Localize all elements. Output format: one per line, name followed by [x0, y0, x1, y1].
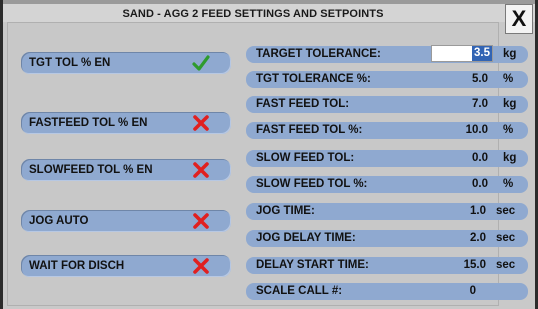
setting-label: FAST FEED TOL: [256, 98, 350, 110]
setting-label: JOG DELAY TIME: [256, 232, 356, 244]
setting-unit: kg [503, 98, 517, 110]
setting-label: DELAY START TIME: [256, 259, 369, 271]
x-icon [193, 258, 209, 274]
setting-unit: kg [503, 152, 517, 164]
setting-scale-call[interactable]: SCALE CALL #: 0 [246, 283, 528, 300]
toggle-label: WAIT FOR DISCH [29, 260, 125, 272]
check-icon [192, 55, 210, 71]
setting-unit: % [503, 73, 514, 85]
toggle-label: TGT TOL % EN [29, 57, 111, 69]
setting-value: 15.0 [463, 259, 486, 271]
setting-value: 7.0 [472, 98, 488, 110]
setting-unit: sec [496, 259, 516, 271]
setting-value: 0.0 [472, 178, 488, 190]
target-tolerance-input[interactable]: 3.5 [431, 45, 493, 62]
setting-value: 2.0 [470, 232, 486, 244]
setting-unit: % [503, 178, 514, 190]
setting-target-tolerance: TARGET TOLERANCE: 3.5 kg [246, 45, 528, 63]
setting-label: TARGET TOLERANCE: [256, 48, 381, 60]
setting-jog-time[interactable]: JOG TIME: 1.0 sec [246, 203, 528, 220]
setting-value: 0.0 [472, 152, 488, 164]
setting-label: SLOW FEED TOL: [256, 152, 355, 164]
toggle-slowfeed-tol-pct-en[interactable]: SLOWFEED TOL % EN [21, 159, 231, 181]
setting-tgt-tolerance-pct[interactable]: TGT TOLERANCE %: 5.0 % [246, 71, 528, 88]
setting-label: SLOW FEED TOL %: [256, 178, 368, 190]
setting-value: 5.0 [472, 73, 488, 85]
setting-value: 0 [469, 285, 476, 297]
toggle-tgt-tol-pct-en[interactable]: TGT TOL % EN [21, 52, 231, 74]
toggle-label: FASTFEED TOL % EN [29, 117, 148, 129]
setting-unit: sec [496, 205, 516, 217]
settings-window: SAND - AGG 2 FEED SETTINGS AND SETPOINTS… [3, 0, 535, 309]
setting-label: FAST FEED TOL %: [256, 124, 363, 136]
setting-unit: % [503, 124, 514, 136]
setting-value: 1.0 [470, 205, 486, 217]
toggle-jog-auto[interactable]: JOG AUTO [21, 210, 231, 232]
setting-unit: kg [503, 48, 517, 60]
toggle-fastfeed-tol-pct-en[interactable]: FASTFEED TOL % EN [21, 112, 231, 134]
x-icon [193, 213, 209, 229]
x-icon [193, 162, 209, 178]
setting-label: JOG TIME: [256, 205, 315, 217]
toggle-wait-for-disch[interactable]: WAIT FOR DISCH [21, 255, 231, 277]
setting-fast-feed-tol-pct[interactable]: FAST FEED TOL %: 10.0 % [246, 122, 528, 139]
toggle-label: SLOWFEED TOL % EN [29, 164, 153, 176]
setting-fast-feed-tol[interactable]: FAST FEED TOL: 7.0 kg [246, 96, 528, 113]
x-icon [193, 115, 209, 131]
setting-slow-feed-tol[interactable]: SLOW FEED TOL: 0.0 kg [246, 150, 528, 167]
window-title: SAND - AGG 2 FEED SETTINGS AND SETPOINTS [122, 8, 384, 20]
target-tolerance-value: 3.5 [472, 46, 492, 61]
setting-jog-delay-time[interactable]: JOG DELAY TIME: 2.0 sec [246, 230, 528, 247]
title-bar: SAND - AGG 2 FEED SETTINGS AND SETPOINTS [3, 0, 535, 22]
setting-unit: sec [496, 232, 516, 244]
setting-delay-start-time[interactable]: DELAY START TIME: 15.0 sec [246, 257, 528, 274]
setting-label: SCALE CALL #: [256, 285, 343, 297]
setting-value: 10.0 [465, 124, 488, 136]
setting-label: TGT TOLERANCE %: [256, 73, 371, 85]
setting-slow-feed-tol-pct[interactable]: SLOW FEED TOL %: 0.0 % [246, 176, 528, 193]
toggle-label: JOG AUTO [29, 215, 89, 227]
close-button[interactable]: X [505, 4, 533, 34]
